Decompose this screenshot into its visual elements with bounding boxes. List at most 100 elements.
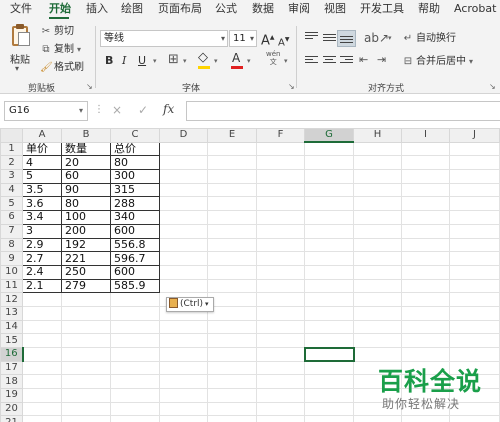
cell-a21[interactable]: [22, 415, 62, 422]
cell-d17[interactable]: [159, 360, 208, 376]
cell-b21[interactable]: [61, 415, 111, 422]
column-header-i[interactable]: I: [401, 128, 450, 143]
enter-icon[interactable]: ✓: [138, 103, 148, 117]
cell-h2[interactable]: [353, 155, 402, 171]
cell-b8[interactable]: 192: [61, 237, 111, 253]
italic-button[interactable]: I: [122, 54, 126, 68]
cell-j16[interactable]: [449, 347, 500, 362]
cell-j3[interactable]: [449, 169, 500, 184]
select-all-button[interactable]: [0, 128, 23, 143]
cell-g8[interactable]: [304, 237, 354, 253]
cell-e18[interactable]: [207, 374, 257, 390]
cell-e21[interactable]: [207, 415, 257, 422]
cell-e13[interactable]: [207, 305, 257, 321]
row-header-2[interactable]: 2: [0, 155, 23, 171]
cell-a15[interactable]: [22, 333, 62, 348]
cell-c14[interactable]: [110, 319, 160, 335]
cell-e12[interactable]: [207, 292, 257, 307]
row-header-14[interactable]: 14: [0, 319, 23, 335]
cell-a2[interactable]: 4: [22, 155, 62, 171]
cell-d8[interactable]: [159, 237, 208, 253]
cell-h6[interactable]: [353, 210, 402, 225]
cell-d11[interactable]: [159, 278, 208, 294]
dialog-launcher-icon[interactable]: ↘: [489, 82, 496, 91]
cell-j14[interactable]: [449, 319, 500, 335]
cell-h11[interactable]: [353, 278, 402, 294]
row-header-21[interactable]: 21: [0, 415, 23, 422]
cell-f19[interactable]: [256, 388, 305, 403]
cell-a9[interactable]: 2.7: [22, 251, 62, 266]
cell-g5[interactable]: [304, 196, 354, 212]
cell-g3[interactable]: [304, 169, 354, 184]
cell-i4[interactable]: [401, 182, 450, 198]
cell-j2[interactable]: [449, 155, 500, 171]
cell-a14[interactable]: [22, 319, 62, 335]
cell-j9[interactable]: [449, 251, 500, 266]
column-header-f[interactable]: F: [256, 128, 305, 143]
cell-b2[interactable]: 20: [61, 155, 111, 171]
align-top-icon[interactable]: [305, 32, 318, 43]
row-header-11[interactable]: 11: [0, 278, 23, 294]
cell-g11[interactable]: [304, 278, 354, 294]
tab-help[interactable]: 帮助: [418, 2, 440, 16]
cell-c18[interactable]: [110, 374, 160, 390]
font-name-select[interactable]: 等线 ▾: [100, 30, 228, 47]
tab-developer[interactable]: 开发工具: [360, 2, 404, 16]
cell-b15[interactable]: [61, 333, 111, 348]
cell-g2[interactable]: [304, 155, 354, 171]
cell-i1[interactable]: [401, 141, 450, 157]
cell-i5[interactable]: [401, 196, 450, 212]
cell-c19[interactable]: [110, 388, 160, 403]
cell-h3[interactable]: [353, 169, 402, 184]
cell-i7[interactable]: [401, 223, 450, 239]
cell-b20[interactable]: [61, 401, 111, 417]
cell-i16[interactable]: [401, 347, 450, 362]
cell-a10[interactable]: 2.4: [22, 264, 62, 280]
row-header-12[interactable]: 12: [0, 292, 23, 307]
cell-c13[interactable]: [110, 305, 160, 321]
cell-c1[interactable]: 总价: [110, 141, 160, 157]
cell-f15[interactable]: [256, 333, 305, 348]
cancel-icon[interactable]: ×: [112, 103, 122, 117]
cell-g13[interactable]: [304, 305, 354, 321]
cell-d21[interactable]: [159, 415, 208, 422]
cell-b19[interactable]: [61, 388, 111, 403]
cell-i12[interactable]: [401, 292, 450, 307]
row-header-4[interactable]: 4: [0, 182, 23, 198]
cell-j6[interactable]: [449, 210, 500, 225]
cell-b18[interactable]: [61, 374, 111, 390]
tab-formulas[interactable]: 公式: [215, 2, 237, 16]
cell-c4[interactable]: 315: [110, 182, 160, 198]
cell-a11[interactable]: 2.1: [22, 278, 62, 294]
cell-f16[interactable]: [256, 347, 305, 362]
cell-g10[interactable]: [304, 264, 354, 280]
row-header-20[interactable]: 20: [0, 401, 23, 417]
cell-g12[interactable]: [304, 292, 354, 307]
shrink-font-button[interactable]: A▼: [278, 33, 289, 50]
cell-e3[interactable]: [207, 169, 257, 184]
cell-f17[interactable]: [256, 360, 305, 376]
cell-j11[interactable]: [449, 278, 500, 294]
cell-j5[interactable]: [449, 196, 500, 212]
cell-e20[interactable]: [207, 401, 257, 417]
tab-review[interactable]: 审阅: [288, 2, 310, 16]
grow-font-button[interactable]: A▲: [261, 31, 275, 48]
row-header-9[interactable]: 9: [0, 251, 23, 266]
cell-h4[interactable]: [353, 182, 402, 198]
cell-f10[interactable]: [256, 264, 305, 280]
paste-button[interactable]: 粘贴 ▾: [6, 24, 36, 74]
cell-a1[interactable]: 单价: [22, 141, 62, 157]
paste-options-button[interactable]: (Ctrl) ▾: [166, 297, 214, 312]
cell-h15[interactable]: [353, 333, 402, 348]
cell-e15[interactable]: [207, 333, 257, 348]
column-header-d[interactable]: D: [159, 128, 208, 143]
cell-e1[interactable]: [207, 141, 257, 157]
column-header-h[interactable]: H: [353, 128, 402, 143]
cell-b5[interactable]: 80: [61, 196, 111, 212]
cell-f13[interactable]: [256, 305, 305, 321]
cell-h16[interactable]: [353, 347, 402, 362]
format-painter-button[interactable]: 🖌格式刷: [40, 61, 84, 74]
chevron-down-icon[interactable]: ▾: [153, 57, 157, 65]
cell-a12[interactable]: [22, 292, 62, 307]
align-left-icon[interactable]: [305, 56, 318, 67]
